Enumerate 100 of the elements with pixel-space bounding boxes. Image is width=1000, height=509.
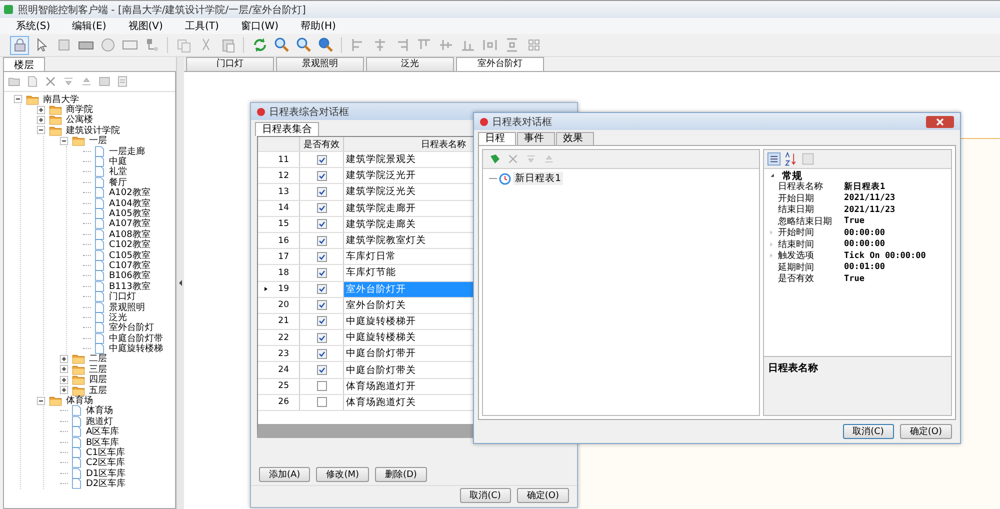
tree-item[interactable]: C102教室 <box>108 238 152 252</box>
menu-item[interactable]: 编辑(E) <box>70 19 108 33</box>
expand-icon[interactable] <box>60 354 68 363</box>
categorized-view-icon[interactable] <box>767 152 781 166</box>
document-tab[interactable]: 室外台阶灯 <box>456 57 544 71</box>
property-value[interactable]: 2021/11/23 <box>844 204 896 215</box>
zoom-fit-icon[interactable] <box>318 37 334 53</box>
tree-item[interactable]: 餐厅 <box>108 176 128 189</box>
tree-item[interactable]: A107教室 <box>108 217 152 230</box>
checkbox[interactable] <box>316 252 326 262</box>
property-value[interactable]: 00:01:00 <box>844 262 885 272</box>
menu-item[interactable]: 帮助(H) <box>298 19 338 33</box>
tree-item[interactable]: C2区车库 <box>85 456 126 470</box>
tree-item[interactable]: A105教室 <box>108 207 152 220</box>
tree-item[interactable]: 五层 <box>88 384 108 397</box>
expand-icon[interactable] <box>60 376 68 384</box>
tree-item[interactable]: 中庭旋转楼梯 <box>108 342 164 356</box>
tree-item[interactable]: 南昌大学 <box>42 92 80 106</box>
tree-item[interactable]: 四层 <box>88 373 108 386</box>
grid-icon[interactable] <box>526 37 542 53</box>
tree-item[interactable]: 礼堂 <box>108 165 128 178</box>
expand-icon[interactable] <box>37 116 45 124</box>
delete-icon[interactable] <box>44 75 57 88</box>
menu-item[interactable]: 视图(V) <box>126 19 165 33</box>
tree-item[interactable]: 新日程表1 <box>513 172 564 185</box>
dialog-button[interactable]: 确定(O) <box>900 424 952 439</box>
panel-tab[interactable]: 楼层 <box>3 57 45 71</box>
checkbox[interactable] <box>316 284 326 294</box>
tree-item[interactable]: B106教室 <box>108 269 152 282</box>
checkbox[interactable] <box>316 332 326 343</box>
square-icon[interactable] <box>56 37 72 53</box>
property-value[interactable]: 新日程表1 <box>844 180 886 193</box>
document-tab[interactable]: 景观照明 <box>276 57 364 71</box>
refresh-icon[interactable] <box>252 37 268 53</box>
list-icon[interactable] <box>98 75 111 88</box>
checkbox[interactable] <box>316 381 326 392</box>
checkbox[interactable] <box>316 348 326 359</box>
checkbox[interactable] <box>316 170 326 181</box>
tree-item[interactable]: D1区车库 <box>85 466 127 480</box>
properties-icon[interactable] <box>116 75 129 88</box>
document-icon[interactable] <box>26 75 39 88</box>
tree-item[interactable]: 二层 <box>88 352 108 366</box>
expand-icon[interactable] <box>37 106 45 114</box>
collapse-icon[interactable] <box>14 95 22 104</box>
dialog-button[interactable]: 添加(A) <box>259 467 310 482</box>
tree-item[interactable]: A区车库 <box>85 425 120 438</box>
checkbox[interactable] <box>316 236 326 246</box>
checkbox[interactable] <box>316 203 326 214</box>
move-down-icon[interactable] <box>62 75 75 88</box>
dialog-button[interactable]: 取消(C) <box>460 488 511 503</box>
checkbox[interactable] <box>316 365 326 376</box>
tab[interactable]: 日程 <box>478 132 516 145</box>
tab[interactable]: 效果 <box>556 132 594 145</box>
checkbox[interactable] <box>316 219 326 230</box>
folder-icon[interactable] <box>8 75 21 88</box>
tree-item[interactable]: A102教室 <box>108 186 152 200</box>
checkbox[interactable] <box>316 186 326 197</box>
close-button[interactable] <box>926 116 954 128</box>
tree-item[interactable]: 一层 <box>88 134 108 148</box>
checkbox[interactable] <box>316 300 326 310</box>
checkbox[interactable] <box>316 397 326 408</box>
move-up-icon[interactable] <box>80 75 93 88</box>
dialog-button[interactable]: 取消(C) <box>842 424 894 439</box>
collapse-icon[interactable] <box>37 126 45 134</box>
tree-item[interactable]: 建筑设计学院 <box>65 124 121 137</box>
lock-icon[interactable] <box>12 37 28 53</box>
tree-item[interactable]: 三层 <box>88 362 108 376</box>
property-value[interactable]: Tick On 00:00:00 <box>844 250 926 261</box>
checkbox[interactable] <box>316 154 326 165</box>
tree-item[interactable]: 公寓楼 <box>65 113 94 126</box>
dialog-button[interactable]: 修改(M) <box>316 467 369 482</box>
tree-item[interactable]: A108教室 <box>108 228 152 241</box>
tab[interactable]: 事件 <box>517 132 555 145</box>
checkbox[interactable] <box>316 316 326 326</box>
collapse-icon[interactable] <box>37 396 45 405</box>
tree-item[interactable]: D2区车库 <box>85 477 127 490</box>
dialog-button[interactable]: 确定(O) <box>516 488 569 503</box>
copy-icon[interactable] <box>176 37 192 53</box>
property-value[interactable]: 00:00:00 <box>844 239 885 250</box>
tree-item[interactable]: 中庭台阶灯带 <box>108 332 164 345</box>
tree-item[interactable]: 跑道灯 <box>85 414 114 428</box>
tree-item[interactable]: B113教室 <box>108 280 152 293</box>
zoom-out-icon[interactable] <box>296 37 312 53</box>
menu-item[interactable]: 系统(S) <box>14 19 52 33</box>
collapse-icon[interactable] <box>60 136 68 145</box>
circle-icon[interactable] <box>100 37 116 53</box>
align-middle-icon[interactable] <box>438 37 454 53</box>
paste-icon[interactable] <box>220 37 236 53</box>
property-value[interactable]: 2021/11/23 <box>844 193 896 204</box>
property-value[interactable]: True <box>844 216 864 226</box>
dialog-button[interactable]: 删除(D) <box>374 467 427 482</box>
move-down-icon[interactable] <box>525 153 537 165</box>
expand-icon[interactable] <box>60 386 68 394</box>
tab[interactable]: 日程表集合 <box>255 122 319 136</box>
menu-item[interactable]: 窗口(W) <box>238 19 281 33</box>
tree-item[interactable]: 一层走廊 <box>108 144 146 158</box>
move-up-icon[interactable] <box>543 153 555 165</box>
checkbox[interactable] <box>316 268 326 278</box>
delete-icon[interactable] <box>507 153 519 165</box>
tree-item[interactable]: A104教室 <box>108 196 152 210</box>
